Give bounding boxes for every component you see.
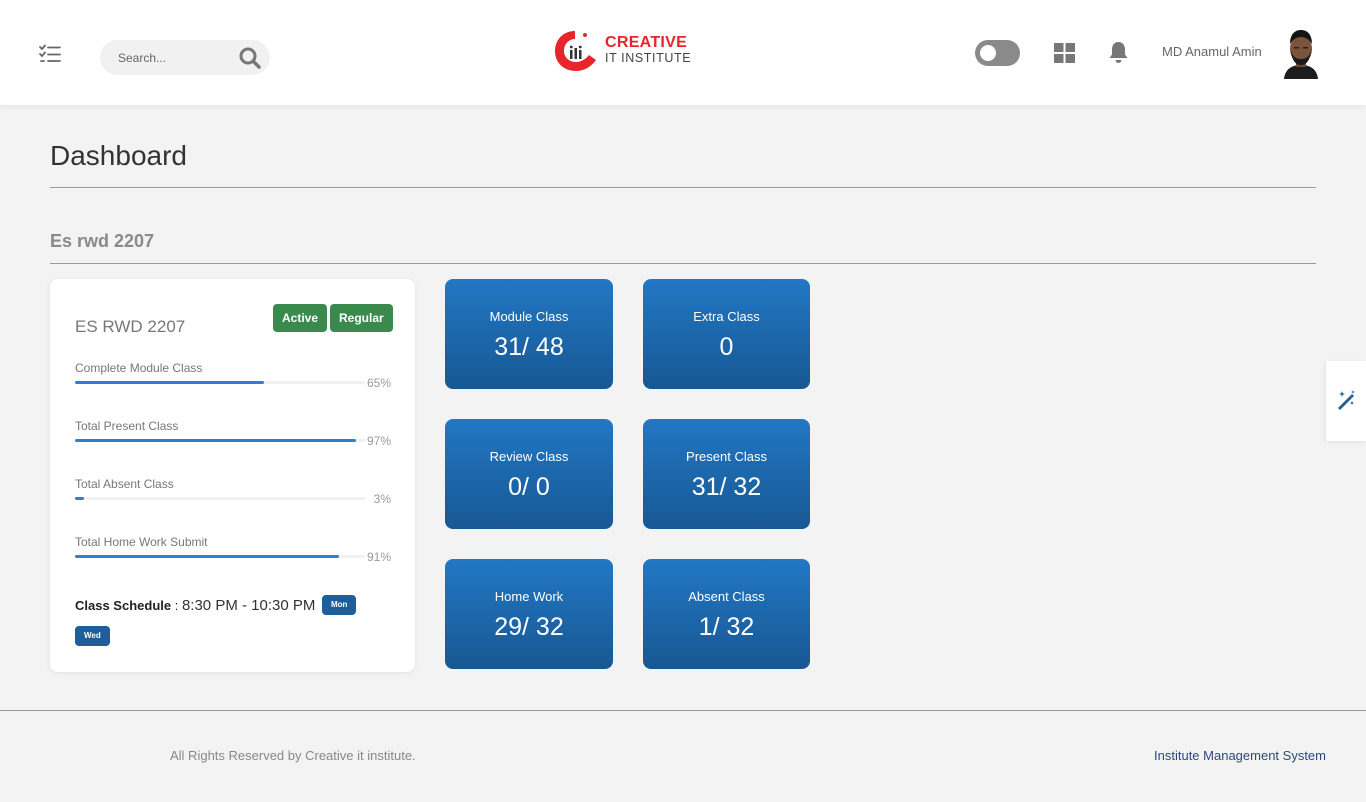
tile-label: Present Class <box>686 449 767 464</box>
footer-copyright: All Rights Reserved by Creative it insti… <box>170 748 416 763</box>
title-divider <box>50 187 1316 188</box>
tile-label: Review Class <box>489 449 569 464</box>
search-icon[interactable] <box>238 46 262 70</box>
tile-label: Module Class <box>489 309 569 324</box>
progress-track <box>75 381 365 384</box>
stat-homework-submit: Total Home Work Submit 91% <box>75 535 391 575</box>
progress-fill <box>75 439 356 442</box>
brand-name-bottom: IT INSTITUTE <box>605 51 692 65</box>
search-input[interactable] <box>118 48 238 68</box>
stat-percent: 65% <box>366 376 391 390</box>
status-badge-active: Active <box>273 304 328 332</box>
footer-divider <box>0 710 1366 711</box>
brand-logo[interactable]: CREATIVE IT INSTITUTE <box>553 29 698 73</box>
page-title: Dashboard <box>50 140 187 171</box>
top-header: CREATIVE IT INSTITUTE MD Anamul Amin <box>0 0 1366 105</box>
tile-module-class[interactable]: Module Class 31/ 48 <box>445 279 613 389</box>
tile-extra-class[interactable]: Extra Class 0 <box>643 279 810 389</box>
toggle-knob <box>980 45 996 61</box>
batch-divider <box>50 263 1316 264</box>
progress-fill <box>75 555 339 558</box>
class-schedule: Class Schedule : 8:30 PM - 10:30 PM <box>75 597 315 614</box>
tile-value: 29/ 32 <box>494 613 564 641</box>
stat-label: Total Present Class <box>75 419 179 433</box>
status-badge-regular: Regular <box>330 304 393 332</box>
progress-fill <box>75 381 264 384</box>
tile-label: Extra Class <box>693 309 760 324</box>
brand-name-top: CREATIVE <box>605 34 688 51</box>
bell-icon[interactable] <box>1108 41 1129 64</box>
tile-value: 31/ 32 <box>691 473 762 501</box>
progress-track <box>75 497 365 500</box>
batch-title: Es rwd 2207 <box>50 231 155 251</box>
magic-wand-icon <box>1338 390 1355 410</box>
tile-value: 0 <box>719 333 734 361</box>
stat-absent-class: Total Absent Class 3% <box>75 477 391 517</box>
progress-track <box>75 555 365 558</box>
day-badge-wed: Wed <box>75 626 110 646</box>
stat-present-class: Total Present Class 97% <box>75 419 391 459</box>
tile-absent-class[interactable]: Absent Class 1/ 32 <box>643 559 810 669</box>
course-card: ES RWD 2207 Active Regular Complete Modu… <box>50 279 415 672</box>
tile-present-class[interactable]: Present Class 31/ 32 <box>643 419 810 529</box>
tile-label: Home Work <box>494 589 564 604</box>
tile-label: Absent Class <box>688 589 765 604</box>
stat-label: Total Home Work Submit <box>75 535 208 549</box>
customizer-tab[interactable] <box>1326 361 1366 441</box>
stat-percent: 3% <box>373 492 391 506</box>
avatar-image <box>1280 27 1322 79</box>
tile-home-work[interactable]: Home Work 29/ 32 <box>445 559 613 669</box>
stat-percent: 97% <box>366 434 391 448</box>
schedule-label: Class Schedule <box>75 598 172 613</box>
stat-label: Complete Module Class <box>75 361 203 375</box>
user-avatar[interactable] <box>1280 27 1322 79</box>
course-name: ES RWD 2207 <box>75 317 186 336</box>
footer-link-ims[interactable]: Institute Management System <box>1154 748 1326 763</box>
menu-list-icon[interactable] <box>38 44 62 64</box>
tile-value: 31/ 48 <box>494 333 564 361</box>
tile-value: 0/ 0 <box>508 473 550 501</box>
schedule-separator: : <box>171 598 182 613</box>
tile-review-class[interactable]: Review Class 0/ 0 <box>445 419 613 529</box>
logo-mark-icon <box>555 31 596 71</box>
stat-percent: 91% <box>366 550 391 564</box>
progress-track <box>75 439 365 442</box>
stat-complete-module: Complete Module Class 65% <box>75 361 391 401</box>
user-name[interactable]: MD Anamul Amin <box>1162 44 1262 59</box>
grid-icon[interactable] <box>1054 43 1075 63</box>
theme-toggle[interactable] <box>975 40 1020 66</box>
schedule-time: 8:30 PM - 10:30 PM <box>181 597 316 614</box>
stat-label: Total Absent Class <box>75 477 174 491</box>
tile-value: 1/ 32 <box>698 613 755 641</box>
day-badge-mon: Mon <box>322 595 357 615</box>
progress-fill <box>75 497 84 500</box>
